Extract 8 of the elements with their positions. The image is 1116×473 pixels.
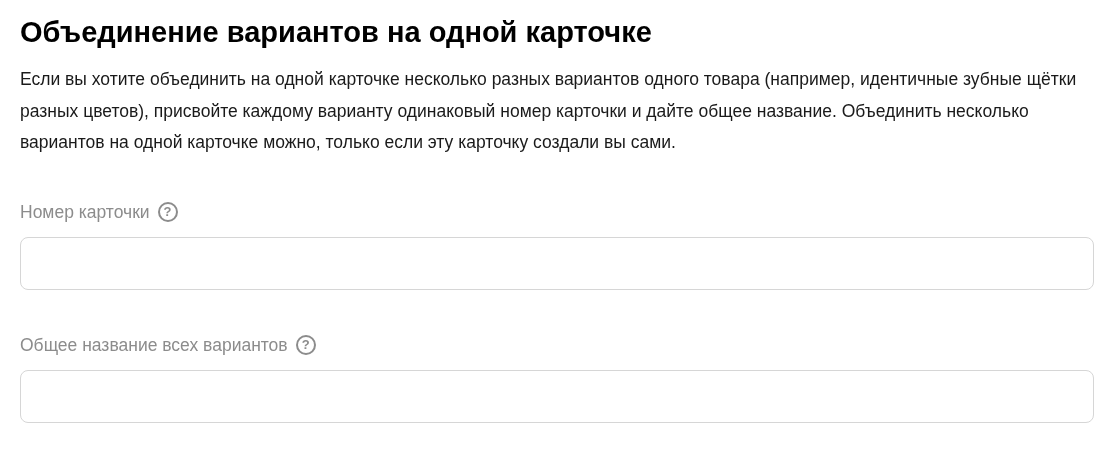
description-paragraph: Если вы хотите объединить на одной карточке несколько разных вариантов одного товара (например, идентичные зубные щётки разных цветов), присвойте каждому варианту одинаковый номер карточки и дайте общее название. Объединить несколько вариантов на одной карточке можно, только если эту карточку создали вы сами.	[20, 68, 1078, 154]
help-icon[interactable]: ?	[157, 201, 178, 222]
help-icon[interactable]: ?	[295, 334, 316, 355]
page-heading: Объединение вариантов на одной карточке	[20, 15, 653, 50]
field-label: Номер карточки	[20, 200, 150, 224]
field-label: Общее название всех вариантов	[20, 333, 288, 357]
input-field[interactable]	[20, 236, 1094, 290]
input-field[interactable]	[20, 369, 1094, 423]
